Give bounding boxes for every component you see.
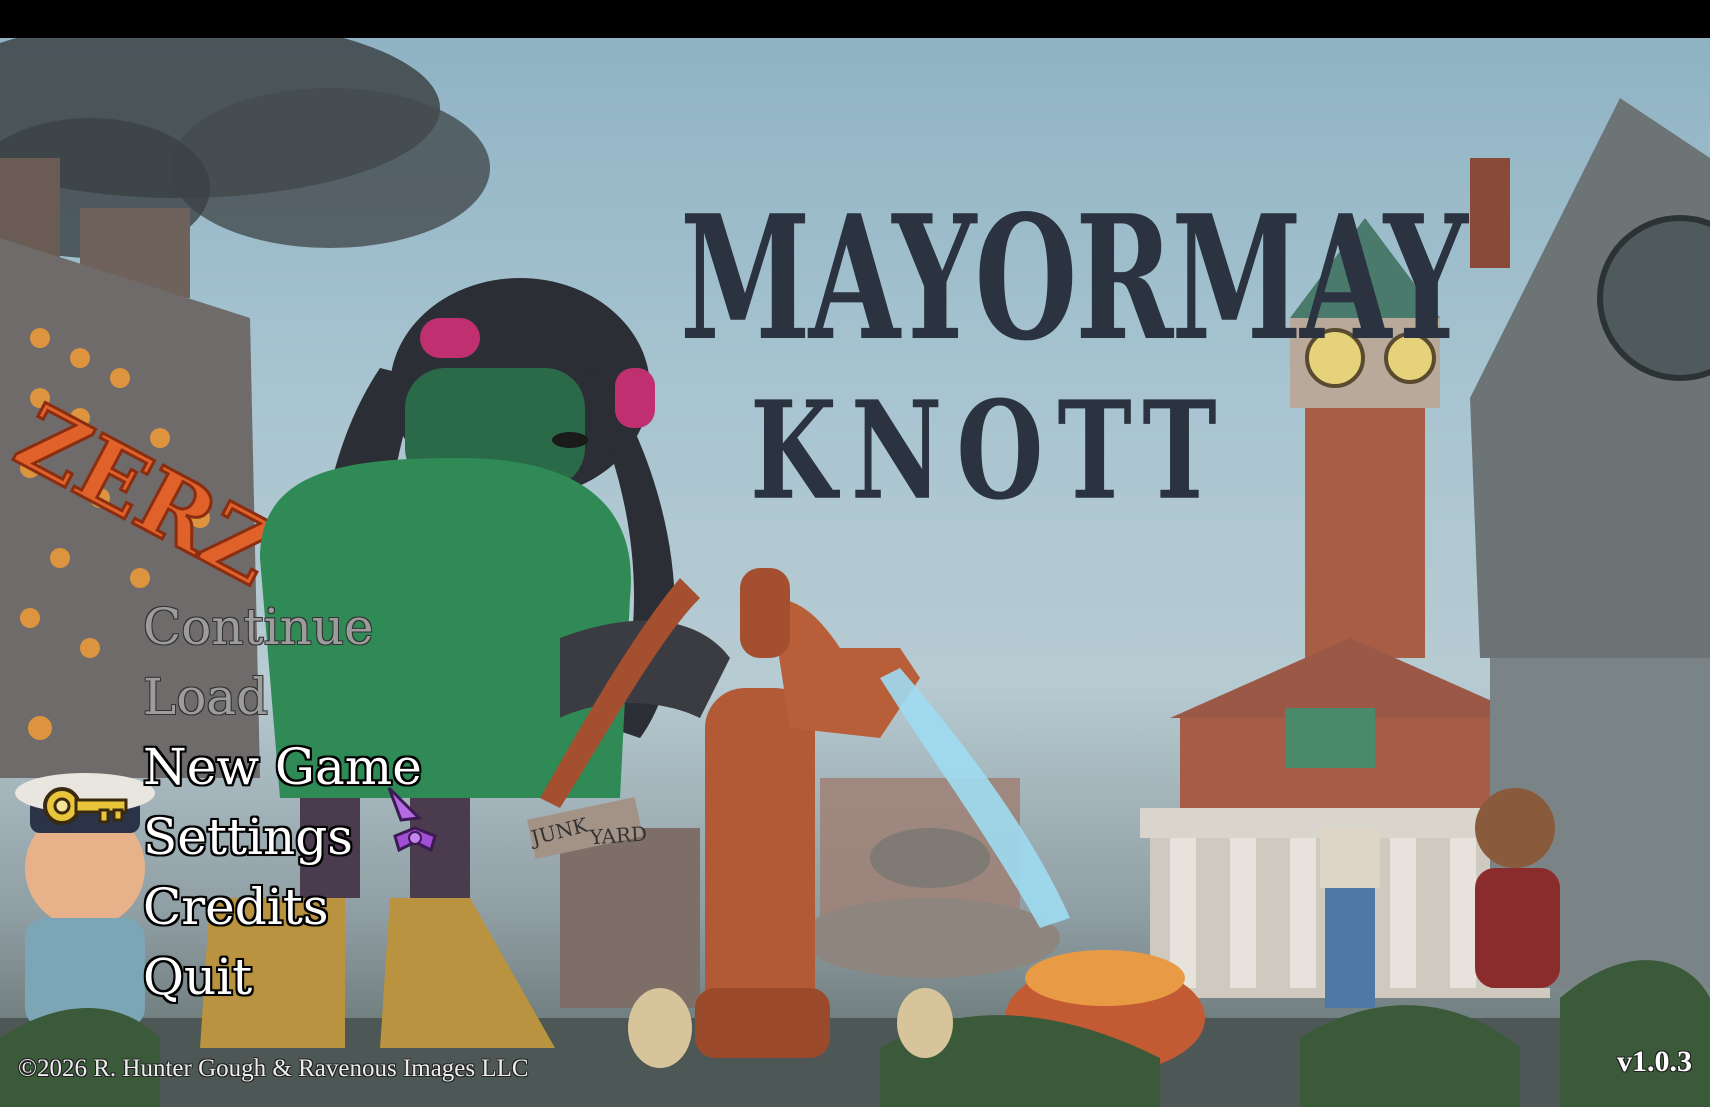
menu-new-game[interactable]: New Game: [143, 732, 563, 802]
version-label: v1.0.3: [1617, 1045, 1692, 1078]
menu-continue[interactable]: Continue: [143, 592, 563, 662]
menu-quit[interactable]: Quit: [143, 942, 563, 1012]
logo-line-2: KNOTT: [750, 370, 1231, 531]
yard-sign-word: YARD: [588, 821, 648, 849]
menu-settings[interactable]: Settings: [143, 802, 563, 872]
main-menu: Continue Load New Game Settings Credits …: [143, 592, 563, 1012]
menu-load[interactable]: Load: [143, 662, 563, 732]
logo-line-1: MAYORMAY: [680, 177, 1468, 379]
game-logo: MAYORMAY KNOTT: [660, 148, 1468, 568]
key-icon: [43, 787, 128, 825]
copyright-text: ©2026 R. Hunter Gough & Ravenous Images …: [18, 1055, 529, 1082]
menu-credits[interactable]: Credits: [143, 872, 563, 942]
letterbox-top: [0, 0, 1710, 38]
bow-cursor-icon: [387, 786, 437, 853]
